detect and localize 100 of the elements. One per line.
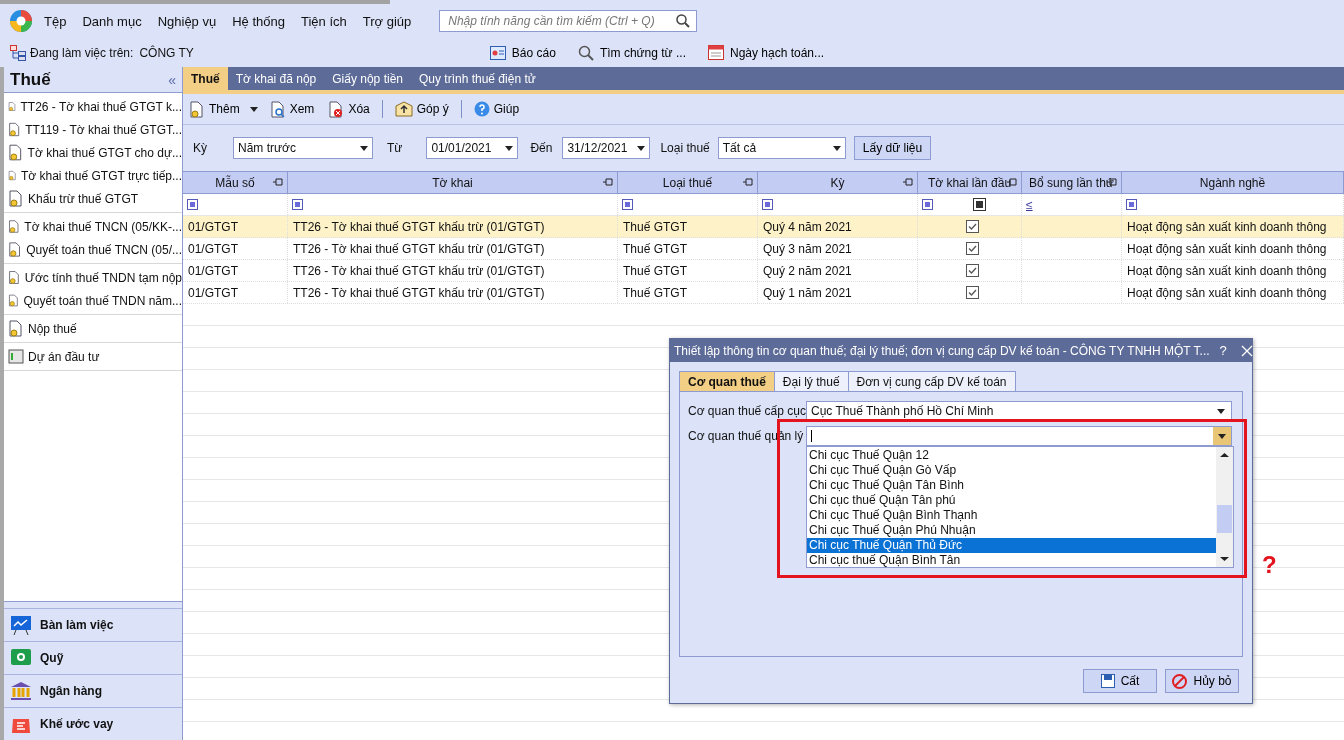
report-icon — [489, 45, 506, 60]
help-icon — [473, 101, 490, 117]
tab[interactable]: Cơ quan thuế — [679, 371, 775, 391]
dropdown-arrow-icon[interactable] — [637, 145, 646, 151]
toolbar-button[interactable]: Tìm chứng từ ... — [577, 44, 686, 61]
dropdown-option[interactable]: Chi cục Thuế Quận Bình Thạnh — [807, 508, 1216, 523]
column-header[interactable]: Mẫu số — [183, 172, 288, 193]
column-header[interactable]: Tờ khai lần đầu — [918, 172, 1022, 193]
filter-icon[interactable] — [762, 199, 773, 210]
dropdown-arrow-icon[interactable] — [249, 106, 258, 112]
module-item[interactable]: Bàn làm việc — [4, 608, 182, 641]
table-row[interactable]: 01/GTGT TT26 - Tờ khai thuế GTGT khấu trừ (01/GTGT) Thuế GTGT Quý 2 năm 2021 Hoạt động sản xuất kinh doanh thông — [183, 260, 1344, 282]
menu-item[interactable]: Nghiệp vụ — [157, 13, 217, 29]
table-row[interactable]: 01/GTGT TT26 - Tờ khai thuế GTGT khấu trừ (01/GTGT) Thuế GTGT Quý 1 năm 2021 Hoạt động sản xuất kinh doanh thông — [183, 282, 1344, 304]
dropdown-option[interactable]: Chi cục Thuế Quận Thủ Đức — [807, 538, 1216, 553]
dropdown-arrow-icon[interactable] — [1218, 433, 1226, 439]
toolbar-button[interactable]: Giúp — [471, 101, 522, 117]
tab[interactable]: Quy trình thuế điện tử — [411, 67, 544, 90]
save-button[interactable]: Cất — [1083, 669, 1157, 693]
cancel-button[interactable]: Hủy bỏ — [1165, 669, 1239, 693]
tab[interactable]: Giấy nộp tiền — [324, 67, 411, 90]
filter-icon[interactable] — [1126, 199, 1137, 210]
help-button[interactable]: ? — [1215, 343, 1231, 358]
sidebar-item[interactable]: Nộp thuế — [4, 317, 182, 340]
menu-item[interactable]: Hệ thống — [232, 13, 285, 29]
toolbar-button[interactable]: Thêm — [187, 100, 242, 118]
menu-item[interactable]: Tiện ích — [300, 13, 347, 29]
close-icon[interactable] — [1240, 344, 1253, 357]
pin-icon[interactable] — [603, 178, 613, 186]
toolbar-button[interactable]: Xem — [267, 100, 317, 118]
pin-icon[interactable] — [743, 178, 753, 186]
period-dropdown[interactable]: Năm trước — [233, 137, 373, 159]
scrollbar[interactable] — [1216, 447, 1233, 567]
date-field[interactable]: 01/01/2021 — [426, 137, 519, 159]
toolbar-button[interactable]: Xóa — [326, 100, 372, 118]
search-icon[interactable] — [676, 14, 691, 28]
tab[interactable]: Đại lý thuế — [773, 371, 849, 391]
sidebar-item[interactable]: TT26 - Tờ khai thuế GTGT k... — [4, 95, 182, 118]
menu-item[interactable]: Danh mục — [82, 13, 142, 29]
tab[interactable]: Tờ khai đã nộp — [227, 67, 325, 90]
sidebar-item[interactable]: Ước tính thuế TNDN tạm nộp — [4, 266, 182, 289]
table-cell: TT26 - Tờ khai thuế GTGT khấu trừ (01/GTGT) — [288, 238, 618, 259]
table-row[interactable]: 01/GTGT TT26 - Tờ khai thuế GTGT khấu trừ (01/GTGT) Thuế GTGT Quý 4 năm 2021 Hoạt động sản xuất kinh doanh thông — [183, 216, 1344, 238]
column-header[interactable]: Ngành nghề — [1122, 172, 1344, 193]
column-header[interactable]: Kỳ — [758, 172, 918, 193]
splitter-handle[interactable] — [4, 601, 182, 608]
sidebar-item[interactable]: Khấu trừ thuế GTGT — [4, 187, 182, 210]
module-item[interactable]: Khế ước vay — [4, 707, 182, 740]
menu-item[interactable]: Trợ giúp — [362, 13, 412, 29]
checkbox[interactable] — [965, 286, 979, 299]
sidebar-item[interactable]: Tờ khai thuế TNCN (05/KK-... — [4, 215, 182, 238]
dropdown-option[interactable]: Chi cục Thuế Quận Tân Bình — [807, 478, 1216, 493]
tax-type-dropdown[interactable]: Tất cả — [717, 137, 846, 159]
dropdown-arrow-icon[interactable] — [832, 145, 841, 151]
checkbox[interactable] — [965, 264, 979, 277]
operator-text[interactable]: ≤ — [1026, 197, 1033, 212]
table-cell: 01/GTGT — [183, 238, 288, 259]
dropdown-option[interactable]: Chi cục Thuế Quận Phú Nhuận — [807, 523, 1216, 538]
module-item[interactable]: Quỹ — [4, 641, 182, 674]
dropdown-option[interactable]: Chi cục Thuế Quận 12 — [807, 448, 1216, 463]
dropdown-option[interactable]: Chi cục thuế Quận Tân phú — [807, 493, 1216, 508]
pin-icon[interactable] — [903, 178, 913, 186]
tab[interactable]: Đơn vị cung cấp DV kế toán — [847, 371, 1016, 391]
dropdown-arrow-icon[interactable] — [360, 145, 368, 151]
dropdown-arrow-icon[interactable] — [1217, 408, 1225, 414]
filter-icon[interactable] — [292, 199, 303, 210]
sidebar-item[interactable]: Dự án đầu tư — [4, 345, 182, 368]
sidebar-item[interactable]: Quyết toán thuế TNDN năm... — [4, 289, 182, 312]
date-field[interactable]: 31/12/2021 — [562, 137, 651, 159]
checkbox-indeterminate[interactable] — [972, 198, 986, 211]
dropdown-arrow-icon[interactable] — [505, 145, 514, 151]
module-item[interactable]: Ngân hàng — [4, 674, 182, 707]
fetch-data-button[interactable]: Lấy dữ liệu — [853, 136, 932, 160]
checkbox[interactable] — [965, 220, 979, 233]
column-header[interactable]: Tờ khai — [288, 172, 618, 193]
filter-icon[interactable] — [187, 199, 198, 210]
sidebar-item[interactable]: Tờ khai thuế GTGT cho dự... — [4, 141, 182, 164]
toolbar-button[interactable]: Góp ý — [392, 101, 451, 117]
toolbar-button[interactable]: Báo cáo — [489, 44, 556, 61]
department-dropdown[interactable]: Cục Thuế Thành phố Hồ Chí Minh — [806, 401, 1232, 421]
column-header[interactable]: Bổ sung lần thứ — [1022, 172, 1122, 193]
toolbar-button[interactable]: Ngày hạch toán... — [708, 44, 825, 61]
collapse-button[interactable]: « — [168, 71, 176, 88]
table-row[interactable]: 01/GTGT TT26 - Tờ khai thuế GTGT khấu trừ (01/GTGT) Thuế GTGT Quý 3 năm 2021 Hoạt động sản xuất kinh doanh thông — [183, 238, 1344, 260]
sidebar-item[interactable]: Quyết toán thuế TNCN (05/... — [4, 238, 182, 261]
sidebar-item[interactable]: TT119 - Tờ khai thuế GTGT... — [4, 118, 182, 141]
search-field[interactable]: Nhập tính năng cần tìm kiếm (Ctrl + Q) — [439, 10, 698, 32]
tab[interactable]: Thuế — [183, 67, 228, 90]
filter-icon[interactable] — [622, 199, 633, 210]
dropdown-option[interactable]: Chi cục Thuế Quận Gò Vấp — [807, 463, 1216, 478]
sidebar-item[interactable]: Tờ khai thuế GTGT trực tiếp... — [4, 164, 182, 187]
document-icon — [8, 269, 21, 286]
dropdown-option[interactable]: Chi cục thuế Quận Bình Tân — [807, 553, 1216, 568]
checkbox[interactable] — [965, 242, 979, 255]
column-header[interactable]: Loại thuế — [618, 172, 758, 193]
menu-item[interactable]: Tệp — [44, 13, 67, 29]
question-mark: ? — [1262, 551, 1277, 579]
pin-icon[interactable] — [273, 178, 283, 186]
filter-icon[interactable] — [922, 199, 933, 210]
search-icon — [577, 44, 594, 61]
